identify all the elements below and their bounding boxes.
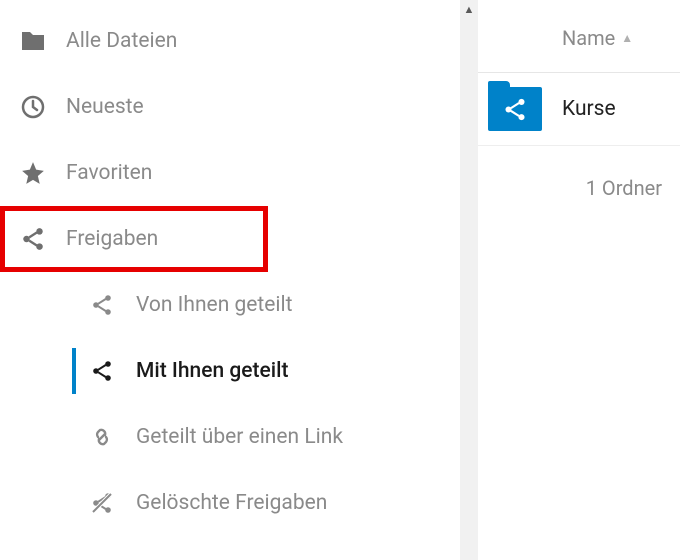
sidebar-subitem-label: Geteilt über einen Link xyxy=(136,425,343,449)
app-root: Alle Dateien Neueste Favoriten Freigaben xyxy=(0,0,680,560)
folder-icon xyxy=(20,30,66,52)
sidebar-item-label: Favoriten xyxy=(66,161,152,185)
sidebar-subitem-shared-by-link[interactable]: Geteilt über einen Link xyxy=(0,404,460,470)
sidebar-subitem-deleted-shares[interactable]: Gelöschte Freigaben xyxy=(0,470,460,536)
sidebar-item-recent[interactable]: Neueste xyxy=(0,74,460,140)
sidebar-item-all-files[interactable]: Alle Dateien xyxy=(0,8,460,74)
scrollbar[interactable]: ▲ xyxy=(460,0,478,560)
row-name: Kurse xyxy=(562,97,616,121)
sidebar-subitem-label: Gelöschte Freigaben xyxy=(136,491,327,515)
share-icon xyxy=(90,359,136,383)
sidebar-subitem-label: Von Ihnen geteilt xyxy=(136,293,293,317)
sidebar-item-label: Neueste xyxy=(66,95,144,119)
sidebar: Alle Dateien Neueste Favoriten Freigaben xyxy=(0,0,460,560)
folder-count-summary: 1 Ordner xyxy=(478,146,680,200)
table-row[interactable]: Kurse xyxy=(478,73,680,146)
scroll-up-arrow[interactable]: ▲ xyxy=(460,0,478,18)
column-header-name[interactable]: Name ▲ xyxy=(478,0,680,73)
sidebar-item-label: Alle Dateien xyxy=(66,29,177,53)
shared-folder-icon xyxy=(488,87,542,131)
share-icon xyxy=(90,293,136,317)
sidebar-subitem-shared-by-you[interactable]: Von Ihnen geteilt xyxy=(0,272,460,338)
column-header-label: Name xyxy=(562,26,615,50)
sidebar-subitem-label: Mit Ihnen geteilt xyxy=(136,359,289,383)
sidebar-item-shares[interactable]: Freigaben xyxy=(0,206,460,272)
star-icon xyxy=(20,160,66,186)
sidebar-item-favorites[interactable]: Favoriten xyxy=(0,140,460,206)
sidebar-item-label: Freigaben xyxy=(66,227,158,251)
share-icon xyxy=(20,226,66,252)
sidebar-subitem-shared-with-you[interactable]: Mit Ihnen geteilt xyxy=(0,338,460,404)
unshare-icon xyxy=(90,491,136,515)
main-content: Name ▲ Kurse 1 Ordner xyxy=(478,0,680,560)
link-icon xyxy=(90,425,136,449)
sort-ascending-icon: ▲ xyxy=(621,31,633,45)
clock-icon xyxy=(20,94,66,120)
